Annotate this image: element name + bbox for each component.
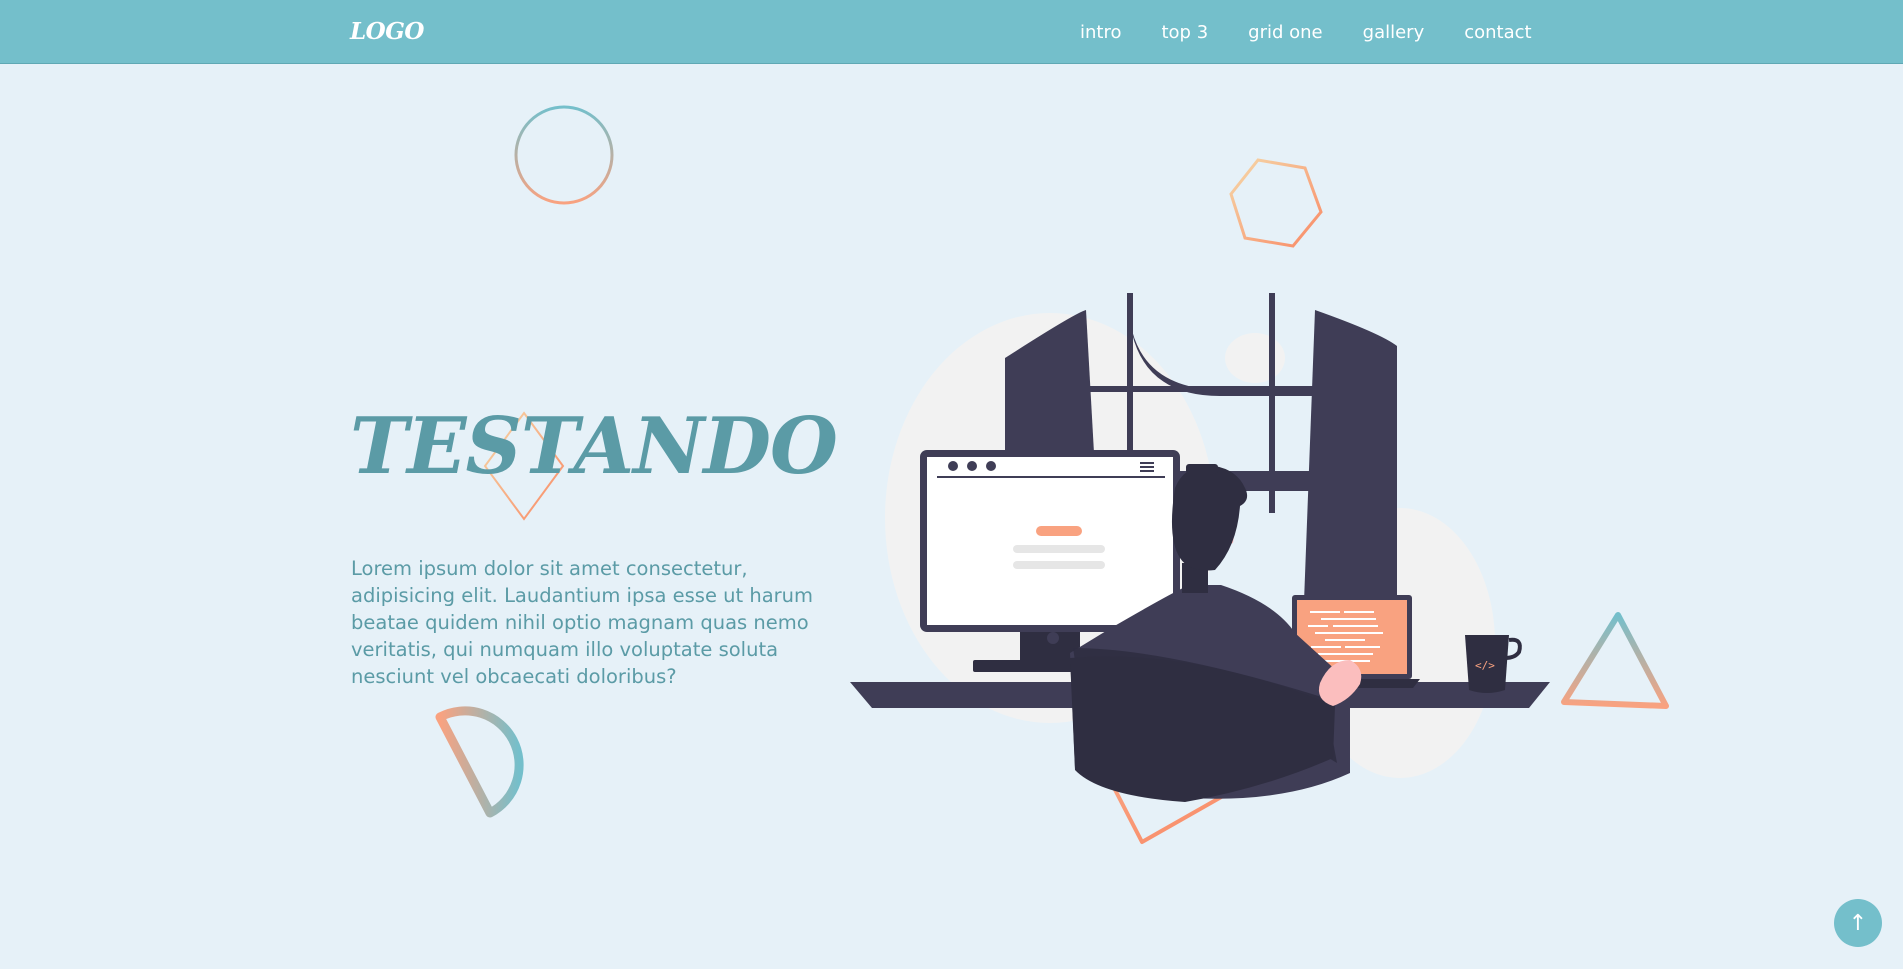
svg-text:</>: </>: [1475, 659, 1495, 672]
top-navbar: LOGO intro top 3 grid one gallery contac…: [0, 0, 1903, 64]
logo[interactable]: LOGO: [350, 18, 424, 45]
main-nav: intro top 3 grid one gallery contact: [1080, 0, 1532, 64]
hero-title: TESTANDO: [350, 401, 838, 492]
hero-description: Lorem ipsum dolor sit amet consectetur, …: [351, 557, 814, 688]
half-circle-outline-icon: [435, 706, 524, 818]
scroll-top-button[interactable]: ↑: [1834, 899, 1882, 947]
nav-item-contact[interactable]: contact: [1464, 22, 1531, 43]
circle-outline-icon: [514, 105, 614, 205]
hexagon-outline-icon: [1229, 158, 1323, 248]
nav-item-grid-one[interactable]: grid one: [1248, 22, 1322, 43]
arrow-up-icon: ↑: [1848, 910, 1868, 936]
hero-illustration: </>: [850, 293, 1550, 802]
nav-item-top3[interactable]: top 3: [1161, 22, 1208, 43]
nav-item-intro[interactable]: intro: [1080, 22, 1121, 43]
nav-item-gallery[interactable]: gallery: [1363, 22, 1425, 43]
triangle-outline-icon: [1561, 612, 1669, 709]
